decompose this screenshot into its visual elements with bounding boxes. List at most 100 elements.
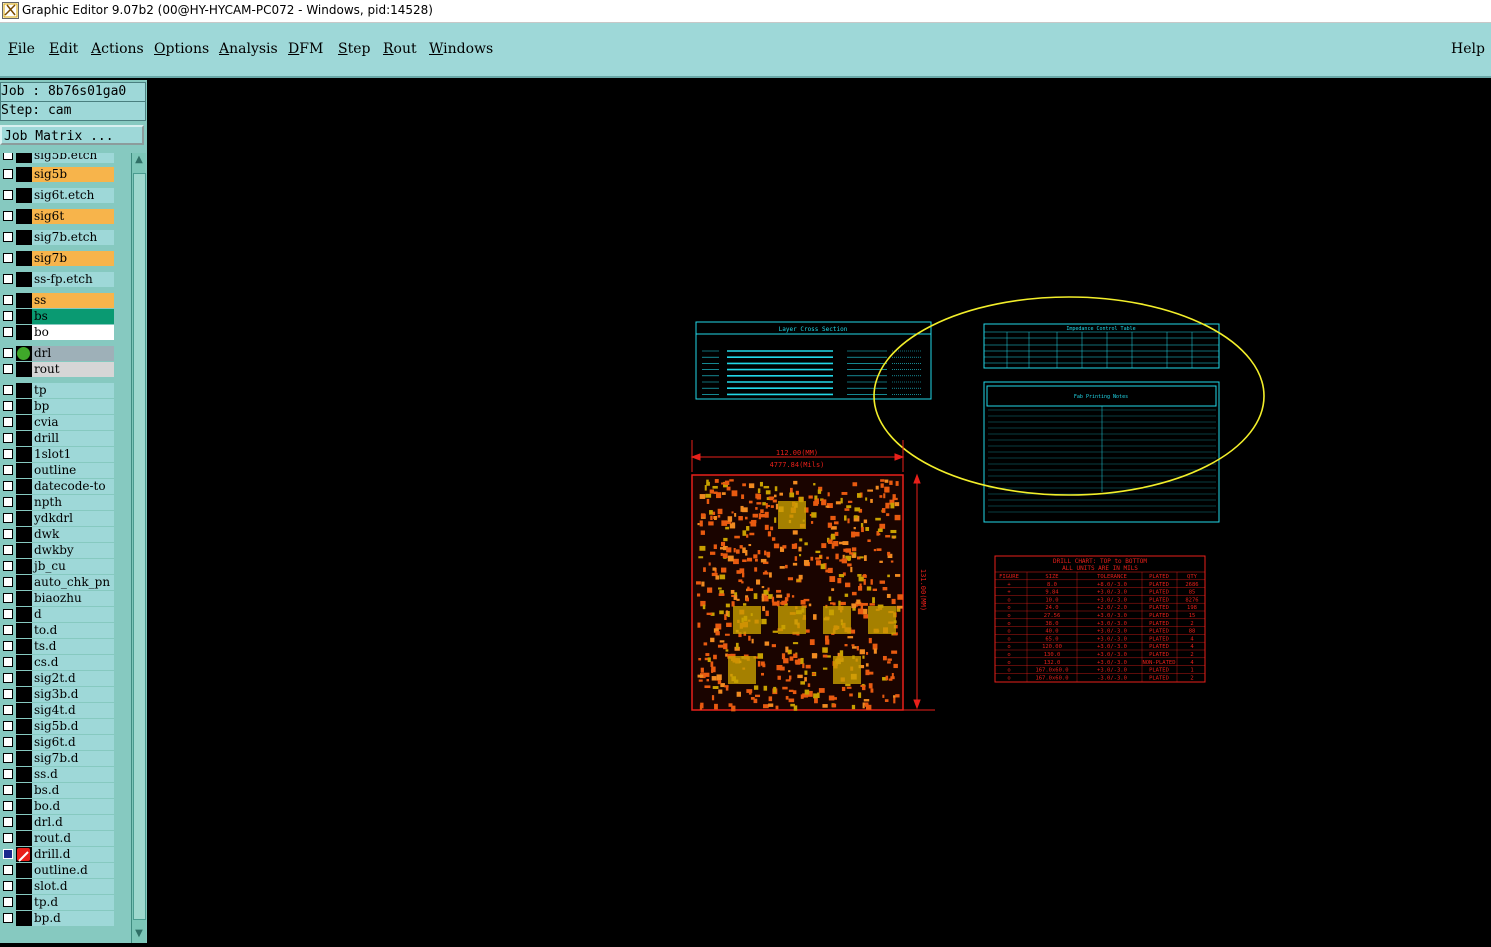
layer-name[interactable]: sig6t.d xyxy=(32,735,114,750)
layer-row-sig5b.d[interactable]: sig5b.d xyxy=(0,719,118,734)
layer-checkbox[interactable] xyxy=(3,705,13,715)
layer-row-jb_cu[interactable]: jb_cu xyxy=(0,559,118,574)
layer-checkbox[interactable] xyxy=(3,211,13,221)
layer-row-drill.d[interactable]: drill.d xyxy=(0,847,118,862)
layer-checkbox[interactable] xyxy=(3,169,13,179)
layer-checkbox[interactable] xyxy=(3,385,13,395)
layer-checkbox[interactable] xyxy=(3,481,13,491)
layer-checkbox[interactable] xyxy=(3,657,13,667)
layer-name[interactable]: sig4t.d xyxy=(32,703,114,718)
layer-name[interactable]: dwkby xyxy=(32,543,114,558)
layer-row-sig5b.etch[interactable]: sig5b.etch xyxy=(0,153,118,163)
layer-name[interactable]: sig3b.d xyxy=(32,687,114,702)
layer-checkbox[interactable] xyxy=(3,153,13,160)
layer-name[interactable]: cvia xyxy=(32,415,114,430)
layer-name[interactable]: sig7b xyxy=(32,251,114,266)
layer-checkbox[interactable] xyxy=(3,865,13,875)
layer-checkbox[interactable] xyxy=(3,417,13,427)
layer-checkbox[interactable] xyxy=(3,769,13,779)
menu-help[interactable]: Help xyxy=(1451,41,1485,57)
layer-row-bp[interactable]: bp xyxy=(0,399,118,414)
layer-list-scrollbar[interactable]: ▲ ▼ xyxy=(131,153,146,943)
menu-file[interactable]: File xyxy=(8,41,35,57)
layer-row-to.d[interactable]: to.d xyxy=(0,623,118,638)
layer-checkbox[interactable] xyxy=(3,689,13,699)
layer-checkbox[interactable] xyxy=(3,625,13,635)
layer-checkbox[interactable] xyxy=(3,721,13,731)
layer-row-slot.d[interactable]: slot.d xyxy=(0,879,118,894)
layer-row-bs[interactable]: bs xyxy=(0,309,118,324)
menu-windows[interactable]: Windows xyxy=(429,41,493,57)
layer-name[interactable]: bo xyxy=(32,325,114,340)
layer-row-sig7b[interactable]: sig7b xyxy=(0,251,118,266)
layer-checkbox[interactable] xyxy=(3,673,13,683)
layer-checkbox[interactable] xyxy=(3,545,13,555)
layer-name[interactable]: auto_chk_pn xyxy=(32,575,114,590)
layer-name[interactable]: ss xyxy=(32,293,114,308)
job-matrix-button[interactable]: Job Matrix ... xyxy=(0,125,144,145)
layer-row-bo.d[interactable]: bo.d xyxy=(0,799,118,814)
layer-name[interactable]: sig6t xyxy=(32,209,114,224)
layer-row-bp.d[interactable]: bp.d xyxy=(0,911,118,926)
layer-row-rout.d[interactable]: rout.d xyxy=(0,831,118,846)
layer-checkbox[interactable] xyxy=(3,433,13,443)
layer-checkbox[interactable] xyxy=(3,295,13,305)
layer-row-sig7b.d[interactable]: sig7b.d xyxy=(0,751,118,766)
layer-row-datecode-to[interactable]: datecode-to xyxy=(0,479,118,494)
layer-name[interactable]: ydkdrl xyxy=(32,511,114,526)
layer-name[interactable]: biaozhu xyxy=(32,591,114,606)
layer-name[interactable]: d xyxy=(32,607,114,622)
scroll-up-icon[interactable]: ▲ xyxy=(133,154,145,166)
layer-name[interactable]: drill.d xyxy=(32,847,114,862)
layer-name[interactable]: datecode-to xyxy=(32,479,114,494)
scroll-thumb[interactable] xyxy=(133,173,146,920)
layer-row-drill[interactable]: drill xyxy=(0,431,118,446)
layer-checkbox[interactable] xyxy=(3,897,13,907)
layer-row-bo[interactable]: bo xyxy=(0,325,118,340)
layer-checkbox[interactable] xyxy=(3,881,13,891)
layer-name[interactable]: ss.d xyxy=(32,767,114,782)
layer-name[interactable]: tp.d xyxy=(32,895,114,910)
layer-row-sig3b.d[interactable]: sig3b.d xyxy=(0,687,118,702)
menu-analysis[interactable]: Analysis xyxy=(219,41,278,57)
layer-name[interactable]: sig2t.d xyxy=(32,671,114,686)
layer-name[interactable]: 1slot1 xyxy=(32,447,114,462)
layer-row-tp[interactable]: tp xyxy=(0,383,118,398)
layer-row-biaozhu[interactable]: biaozhu xyxy=(0,591,118,606)
layer-name[interactable]: rout xyxy=(32,362,114,377)
menu-edit[interactable]: Edit xyxy=(49,41,78,57)
layer-row-outline.d[interactable]: outline.d xyxy=(0,863,118,878)
layer-row-ts.d[interactable]: ts.d xyxy=(0,639,118,654)
layer-row-sig6t.d[interactable]: sig6t.d xyxy=(0,735,118,750)
layer-row-npth[interactable]: npth xyxy=(0,495,118,510)
layer-name[interactable]: tp xyxy=(32,383,114,398)
layer-checkbox[interactable] xyxy=(3,561,13,571)
layer-name[interactable]: ss-fp.etch xyxy=(32,272,114,287)
layer-row-sig2t.d[interactable]: sig2t.d xyxy=(0,671,118,686)
layer-checkbox[interactable] xyxy=(3,465,13,475)
layer-row-tp.d[interactable]: tp.d xyxy=(0,895,118,910)
layer-row-1slot1[interactable]: 1slot1 xyxy=(0,447,118,462)
layer-name[interactable]: sig5b.etch xyxy=(32,153,114,163)
layer-name[interactable]: jb_cu xyxy=(32,559,114,574)
layer-row-auto_chk_pn[interactable]: auto_chk_pn xyxy=(0,575,118,590)
layer-checkbox[interactable] xyxy=(3,232,13,242)
layer-name[interactable]: cs.d xyxy=(32,655,114,670)
menu-options[interactable]: Options xyxy=(154,41,209,57)
layer-name[interactable]: sig7b.d xyxy=(32,751,114,766)
layer-row-sig7b.etch[interactable]: sig7b.etch xyxy=(0,230,118,245)
layer-row-sig6t.etch[interactable]: sig6t.etch xyxy=(0,188,118,203)
layer-checkbox[interactable] xyxy=(3,497,13,507)
layer-name[interactable]: ts.d xyxy=(32,639,114,654)
layer-checkbox[interactable] xyxy=(3,641,13,651)
layer-row-bs.d[interactable]: bs.d xyxy=(0,783,118,798)
layer-checkbox[interactable] xyxy=(3,274,13,284)
layer-name[interactable]: sig6t.etch xyxy=(32,188,114,203)
layer-row-dwkby[interactable]: dwkby xyxy=(0,543,118,558)
layer-row-cvia[interactable]: cvia xyxy=(0,415,118,430)
layer-checkbox[interactable] xyxy=(3,801,13,811)
layer-row-sig5b[interactable]: sig5b xyxy=(0,167,118,182)
layer-checkbox[interactable] xyxy=(3,513,13,523)
layer-row-sig4t.d[interactable]: sig4t.d xyxy=(0,703,118,718)
layer-checkbox[interactable] xyxy=(3,577,13,587)
